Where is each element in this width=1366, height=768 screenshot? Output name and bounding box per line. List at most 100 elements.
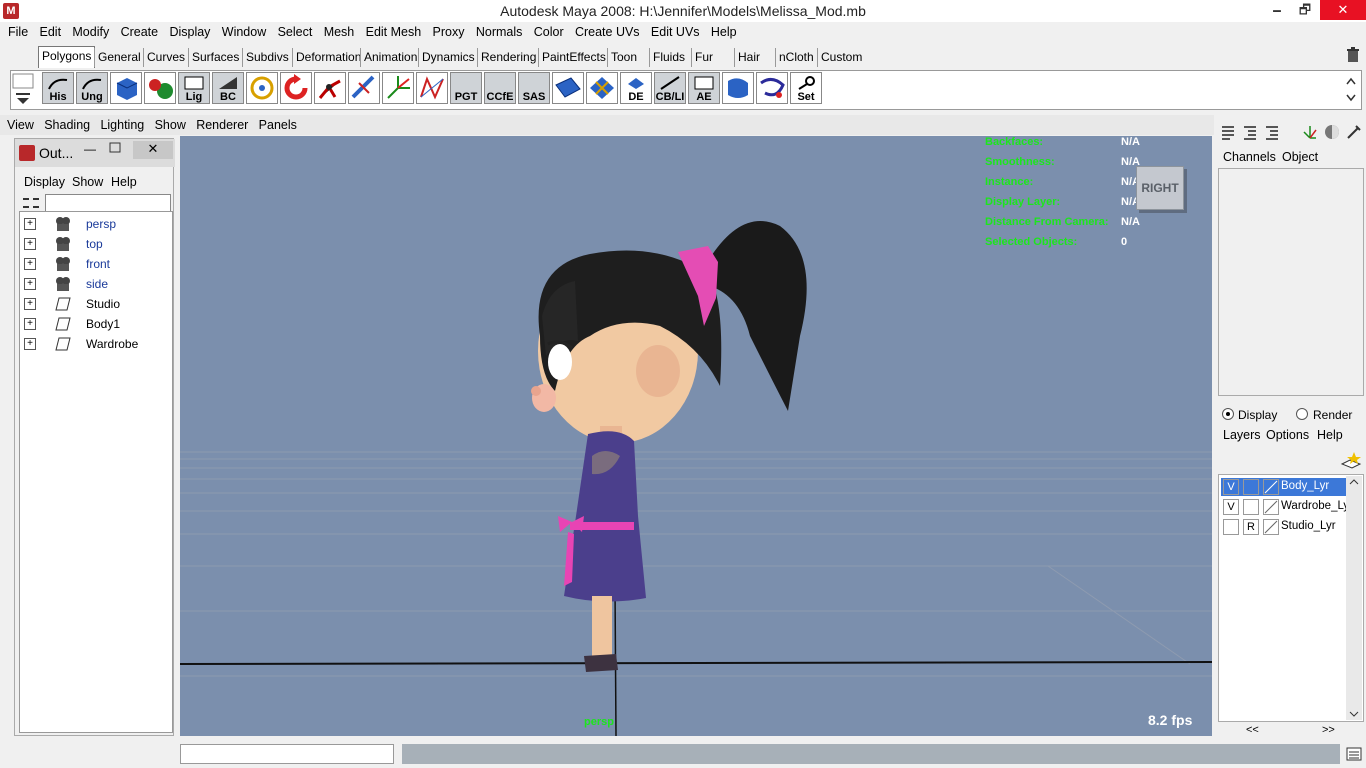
expand-icon[interactable]: + [24, 278, 36, 290]
manipulator-icon[interactable] [1302, 124, 1318, 140]
expand-icon[interactable]: + [24, 258, 36, 270]
shelf-tool-lig[interactable]: Lig [178, 72, 210, 104]
menu-mesh[interactable]: Mesh [324, 22, 355, 39]
shelf-tool-plane[interactable] [552, 72, 584, 104]
shelf-tab-fur[interactable]: Fur [691, 48, 716, 67]
outliner-menu-show[interactable]: Show [72, 175, 103, 189]
layer-type-toggle[interactable]: R [1243, 519, 1259, 535]
render-mode-radio[interactable] [1296, 408, 1308, 420]
menu-select[interactable]: Select [278, 22, 313, 39]
layer-prev-button[interactable]: << [1246, 724, 1259, 736]
menu-edit-uvs[interactable]: Edit UVs [651, 22, 700, 39]
expand-icon[interactable]: + [24, 318, 36, 330]
object-menu[interactable]: Object [1282, 150, 1318, 164]
menu-file[interactable]: File [8, 22, 28, 39]
options-menu[interactable]: Options [1266, 428, 1309, 442]
shelf-tab-rendering[interactable]: Rendering [477, 48, 539, 67]
menu-normals[interactable]: Normals [476, 22, 523, 39]
layer-type-toggle[interactable] [1243, 479, 1259, 495]
shelf-tool-de[interactable]: DE [620, 72, 652, 104]
vp-menu-renderer[interactable]: Renderer [196, 115, 248, 132]
outliner-menu-display[interactable]: Display [24, 175, 65, 189]
shelf-tool-ik[interactable] [348, 72, 380, 104]
menu-help[interactable]: Help [711, 22, 737, 39]
shelf-tool-curve[interactable] [416, 72, 448, 104]
shelf-tab-painteffects[interactable]: PaintEffects [538, 48, 609, 67]
menu-modify[interactable]: Modify [72, 22, 109, 39]
shelf-tool-set[interactable]: Set [790, 72, 822, 104]
new-layer-icon[interactable] [1340, 450, 1362, 470]
shelf-tool-cube[interactable] [110, 72, 142, 104]
shelf-tool-pgt[interactable]: PGT [450, 72, 482, 104]
layer-editor-toggle-icon[interactable] [1264, 124, 1280, 140]
vp-menu-view[interactable]: View [7, 115, 34, 132]
shelf-tool-extrude[interactable] [722, 72, 754, 104]
layer-visibility-toggle[interactable]: V [1223, 479, 1239, 495]
layer-color-swatch[interactable] [1263, 519, 1279, 535]
command-line-input[interactable] [180, 744, 394, 764]
shelf-tab-toon[interactable]: Toon [607, 48, 640, 67]
shelf-tab-hair[interactable]: Hair [734, 48, 763, 67]
layer-color-swatch[interactable] [1263, 499, 1279, 515]
shelf-tool-uv[interactable] [586, 72, 618, 104]
shelf-tool-ccfe[interactable]: CCfE [484, 72, 516, 104]
shading-icon[interactable] [1324, 124, 1340, 140]
shelf-tab-general[interactable]: General [94, 48, 144, 67]
menu-edit[interactable]: Edit [40, 22, 62, 39]
shelf-tab-surfaces[interactable]: Surfaces [188, 48, 242, 67]
trash-icon[interactable] [1346, 47, 1360, 63]
layer-row-studio[interactable]: R Studio_Lyr [1221, 518, 1347, 536]
expand-icon[interactable]: + [24, 298, 36, 310]
shelf-tool-cbli[interactable]: CB/LI [654, 72, 686, 104]
layer-help-menu[interactable]: Help [1317, 428, 1343, 442]
menu-create[interactable]: Create [121, 22, 159, 39]
layer-visibility-toggle[interactable]: V [1223, 499, 1239, 515]
layer-row-wardrobe[interactable]: V Wardrobe_Ly [1221, 498, 1349, 516]
shelf-tab-fluids[interactable]: Fluids [649, 48, 688, 67]
menu-create-uvs[interactable]: Create UVs [575, 22, 640, 39]
outliner-item-persp[interactable]: + persp [20, 214, 170, 234]
outliner-menu-help[interactable]: Help [111, 175, 137, 189]
minimize-button[interactable]: 🗕 [1262, 0, 1292, 20]
shelf-tool-sas[interactable]: SAS [518, 72, 550, 104]
close-button[interactable]: ✕ [1320, 0, 1366, 20]
shelf-tab-polygons[interactable]: Polygons [38, 46, 96, 68]
menu-edit-mesh[interactable]: Edit Mesh [366, 22, 422, 39]
script-editor-icon[interactable] [1346, 746, 1362, 762]
layer-color-swatch[interactable] [1263, 479, 1279, 495]
channel-box-area[interactable] [1218, 168, 1364, 396]
outliner-item-side[interactable]: + side [20, 274, 170, 294]
expand-icon[interactable]: + [24, 338, 36, 350]
outliner-item-front[interactable]: + front [20, 254, 170, 274]
menu-proxy[interactable]: Proxy [433, 22, 465, 39]
outliner-title-bar[interactable]: Out... — ✕ [15, 139, 175, 167]
menu-window[interactable]: Window [222, 22, 266, 39]
display-mode-radio[interactable] [1222, 408, 1234, 420]
outliner-item-wardrobe[interactable]: + Wardrobe [20, 334, 170, 354]
layer-list-scrollbar[interactable] [1346, 476, 1362, 720]
layers-menu[interactable]: Layers [1223, 428, 1261, 442]
shelf-tab-deformation[interactable]: Deformation [292, 48, 364, 67]
shelf-tool-center-pivot[interactable] [246, 72, 278, 104]
attribute-editor-toggle-icon[interactable] [1242, 124, 1258, 140]
layer-visibility-toggle[interactable] [1223, 519, 1239, 535]
restore-button[interactable]: 🗗 [1290, 0, 1320, 20]
shelf-tool-rotate[interactable] [280, 72, 312, 104]
menu-display[interactable]: Display [169, 22, 210, 39]
shelf-tab-ncloth[interactable]: nCloth [775, 48, 817, 67]
shelf-tool-ung[interactable]: Ung [76, 72, 108, 104]
shelf-tool-spheres[interactable] [144, 72, 176, 104]
shelf-tab-dynamics[interactable]: Dynamics [418, 48, 478, 67]
shelf-menu-button[interactable] [12, 72, 34, 106]
outliner-close-button[interactable]: ✕ [133, 141, 173, 159]
outliner-item-body1[interactable]: + Body1 [20, 314, 170, 334]
shelf-tool-ae[interactable]: AE [688, 72, 720, 104]
expand-icon[interactable]: + [24, 238, 36, 250]
vp-menu-shading[interactable]: Shading [44, 115, 90, 132]
shelf-tab-subdivs[interactable]: Subdivs [242, 48, 292, 67]
layer-row-body[interactable]: V Body_Lyr [1221, 478, 1347, 496]
shelf-tab-custom[interactable]: Custom [817, 48, 865, 67]
layer-type-toggle[interactable] [1243, 499, 1259, 515]
outliner-item-studio[interactable]: + Studio [20, 294, 170, 314]
shelf-tool-joint[interactable] [314, 72, 346, 104]
